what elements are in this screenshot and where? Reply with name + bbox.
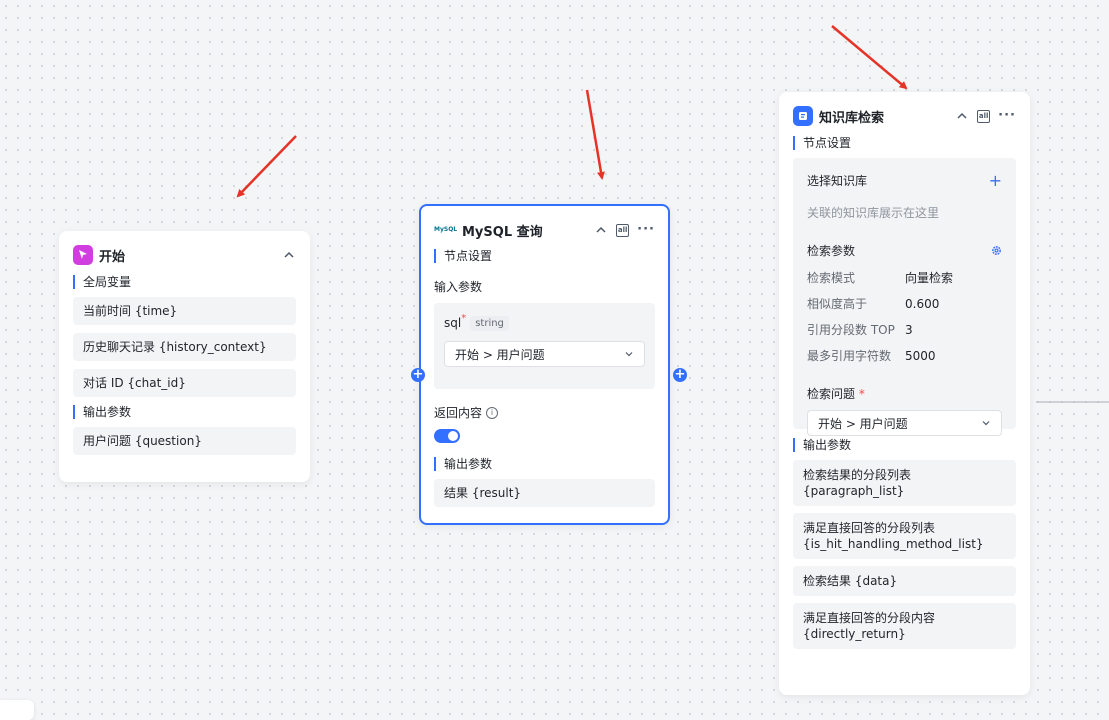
var-row: 历史聊天记录 {history_context} bbox=[73, 333, 296, 361]
add-node-left-button[interactable]: + bbox=[411, 368, 425, 382]
all-icon[interactable]: all bbox=[977, 109, 991, 123]
kb-placeholder: 关联的知识库展示在这里 bbox=[807, 206, 940, 220]
chevron-up-icon[interactable] bbox=[282, 248, 296, 262]
select-kb-label: 选择知识库 bbox=[807, 174, 868, 188]
var-row: 检索结果的分段列表 {paragraph_list} bbox=[793, 460, 1016, 506]
section-title: 节点设置 bbox=[434, 249, 655, 263]
database-icon bbox=[793, 106, 813, 126]
mysql-logo-icon: MySQL bbox=[434, 226, 458, 233]
param-row: 最多引用字符数 5000 bbox=[807, 349, 936, 363]
select-value: 开始 > 用户问题 bbox=[818, 416, 908, 431]
info-icon[interactable]: i bbox=[486, 406, 499, 419]
mysql-node[interactable]: MySQL MySQL 查询 all ··· 节点设置 输入参数 sql * s… bbox=[419, 204, 670, 525]
section-title: 输出参数 bbox=[73, 405, 296, 419]
section-title: 全局变量 bbox=[73, 275, 296, 289]
all-icon[interactable]: all bbox=[616, 223, 630, 237]
cursor-icon bbox=[73, 245, 93, 265]
var-row: 对话 ID {chat_id} bbox=[73, 369, 296, 397]
required-mark: * bbox=[461, 313, 467, 324]
start-node[interactable]: 开始 全局变量 当前时间 {time} 历史聊天记录 {history_cont… bbox=[59, 231, 310, 482]
input-params-panel: sql * string 开始 > 用户问题 bbox=[434, 303, 655, 389]
chevron-up-icon[interactable] bbox=[955, 109, 969, 123]
chevron-down-icon bbox=[625, 352, 633, 357]
section-title: 节点设置 bbox=[793, 136, 1016, 150]
chevron-down-icon bbox=[982, 421, 990, 426]
annotation-arrow bbox=[831, 25, 908, 90]
section-title: 输出参数 bbox=[793, 438, 1016, 452]
param-row: 相似度高于 0.600 bbox=[807, 297, 940, 311]
param-type-tag: string bbox=[470, 315, 509, 331]
var-row: 检索结果 {data} bbox=[793, 566, 1016, 596]
minimap-corner bbox=[0, 700, 34, 720]
param-row: 引用分段数 TOP 3 bbox=[807, 323, 913, 337]
return-content-toggle[interactable] bbox=[434, 429, 460, 443]
var-row: 用户问题 {question} bbox=[73, 427, 296, 455]
param-name: sql bbox=[444, 316, 462, 330]
search-question-select[interactable]: 开始 > 用户问题 bbox=[807, 410, 1002, 436]
search-question-label: 检索问题 bbox=[807, 387, 856, 401]
gear-icon[interactable] bbox=[991, 245, 1002, 256]
return-content-label: 返回内容 bbox=[434, 406, 483, 420]
kb-settings-panel: 选择知识库 + 关联的知识库展示在这里 检索参数 检索模式 向量检索 相似度高于 0… bbox=[793, 158, 1016, 436]
var-row: 满足直接回答的分段列表 {is_hit_handling_method_list} bbox=[793, 513, 1016, 559]
sql-param-select[interactable]: 开始 > 用户问题 bbox=[444, 341, 645, 367]
select-value: 开始 > 用户问题 bbox=[455, 347, 545, 362]
required-mark: * bbox=[858, 387, 865, 401]
var-row: 当前时间 {time} bbox=[73, 297, 296, 325]
input-params-label: 输入参数 bbox=[434, 280, 483, 294]
add-node-right-button[interactable]: + bbox=[673, 368, 687, 382]
more-icon[interactable]: ··· bbox=[637, 223, 655, 236]
more-icon[interactable]: ··· bbox=[998, 109, 1016, 122]
node-title: 开始 bbox=[99, 249, 126, 265]
node-title: 知识库检索 bbox=[819, 110, 885, 126]
knowledge-search-node[interactable]: 知识库检索 all ··· 节点设置 选择知识库 + 关联的知识库展示在这里 检… bbox=[779, 92, 1030, 695]
var-row: 满足直接回答的分段内容 {directly_return} bbox=[793, 603, 1016, 649]
annotation-arrow bbox=[585, 89, 605, 180]
add-kb-icon[interactable]: + bbox=[989, 172, 1002, 188]
section-title: 输出参数 bbox=[434, 457, 655, 471]
param-row: 检索模式 向量检索 bbox=[807, 271, 954, 285]
search-params-label: 检索参数 bbox=[807, 244, 856, 258]
chevron-up-icon[interactable] bbox=[594, 223, 608, 237]
annotation-arrow bbox=[236, 135, 297, 198]
var-row: 结果 {result} bbox=[434, 479, 655, 507]
node-title: MySQL 查询 bbox=[462, 224, 543, 240]
